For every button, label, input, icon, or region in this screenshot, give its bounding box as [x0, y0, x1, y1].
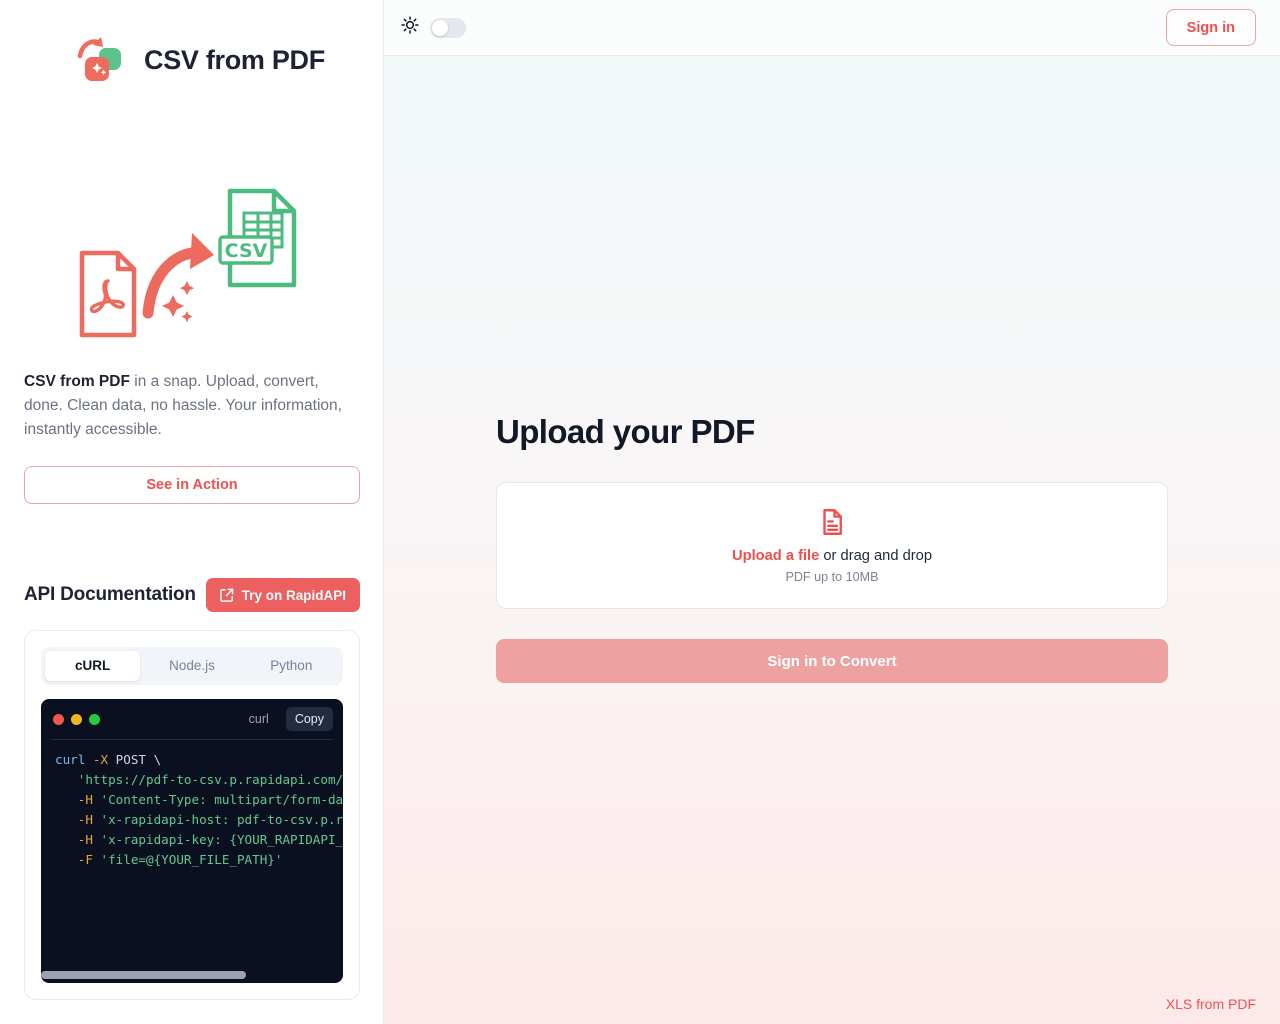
upload-a-file-link[interactable]: Upload a file [732, 548, 819, 564]
sign-in-to-convert-button[interactable]: Sign in to Convert [496, 639, 1168, 683]
dropzone-primary-text: Upload a file or drag and drop [732, 548, 932, 564]
try-on-rapidapi-button[interactable]: Try on RapidAPI [205, 578, 360, 612]
see-in-action-button[interactable]: See in Action [24, 466, 360, 504]
code-line: -H 'Content-Type: multipart/form-data' \ [77, 792, 343, 807]
terminal-maximize-dot-icon [89, 713, 100, 725]
code-line: -F 'file=@{YOUR_FILE_PATH}' [77, 852, 283, 867]
dropzone-hint: PDF up to 10MB [785, 570, 879, 584]
pdf-to-csv-illustration: CSV [24, 168, 359, 348]
app-root: CSV from PDF CSV CSV from PDF in a snap.… [0, 0, 1280, 1024]
file-dropzone[interactable]: Upload a file or drag and drop PDF up to… [496, 482, 1168, 609]
theme-toggle[interactable] [430, 17, 466, 38]
code-language-tabs: cURL Node.js Python [41, 647, 343, 685]
theme-switcher [400, 15, 466, 40]
sun-icon [400, 15, 420, 40]
terminal-titlebar: curl Copy [41, 699, 343, 739]
xls-from-pdf-link[interactable]: XLS from PDF [1166, 996, 1256, 1012]
copy-code-button[interactable]: Copy [285, 707, 333, 731]
document-upload-icon [817, 507, 847, 542]
topbar: Sign in [384, 0, 1280, 56]
main-content: Upload your PDF Upload a file or drag an… [384, 56, 1280, 1024]
sidebar-blurb: CSV from PDF in a snap. Upload, convert,… [24, 370, 359, 442]
api-code-card: cURL Node.js Python curl Copy curl -X PO… [24, 630, 360, 1000]
tab-curl[interactable]: cURL [45, 651, 141, 681]
terminal-close-dot-icon [53, 713, 64, 725]
external-link-icon [219, 588, 234, 602]
code-horizontal-scrollbar[interactable] [41, 971, 343, 979]
code-line: -H 'x-rapidapi-host: pdf-to-csv.p.rapida… [77, 812, 343, 827]
api-documentation-header: API Documentation Try on RapidAPI [24, 578, 360, 612]
main-area: Sign in Upload your PDF Upload a file or… [384, 0, 1280, 1024]
page-title: Upload your PDF [496, 413, 755, 450]
theme-toggle-knob [432, 19, 448, 36]
svg-text:CSV: CSV [224, 240, 267, 262]
terminal-language-label: curl [248, 712, 269, 726]
csv-from-pdf-logo-icon [72, 36, 130, 84]
code-terminal: curl Copy curl -X POST \ 'https://pdf-to… [41, 699, 343, 983]
dropzone-rest-text: or drag and drop [819, 548, 932, 564]
code-scrollbar-thumb[interactable] [41, 971, 246, 979]
brand-title: CSV from PDF [144, 44, 325, 75]
api-documentation-title: API Documentation [24, 584, 196, 605]
code-line: 'https://pdf-to-csv.p.rapidapi.com/conve… [77, 772, 343, 787]
code-line: curl -X POST \ [55, 752, 162, 767]
try-on-rapidapi-label: Try on RapidAPI [241, 587, 346, 603]
code-line: -H 'x-rapidapi-key: {YOUR_RAPIDAPI_KEY}'… [77, 832, 343, 847]
tab-nodejs[interactable]: Node.js [144, 651, 239, 681]
sign-in-button[interactable]: Sign in [1165, 9, 1256, 46]
tab-python[interactable]: Python [244, 651, 339, 681]
sidebar: CSV from PDF CSV CSV from PDF in a snap.… [0, 0, 384, 1024]
sidebar-blurb-strong: CSV from PDF [24, 373, 130, 390]
code-snippet: curl -X POST \ 'https://pdf-to-csv.p.rap… [41, 740, 343, 952]
terminal-minimize-dot-icon [71, 713, 82, 725]
brand[interactable]: CSV from PDF [24, 0, 359, 120]
